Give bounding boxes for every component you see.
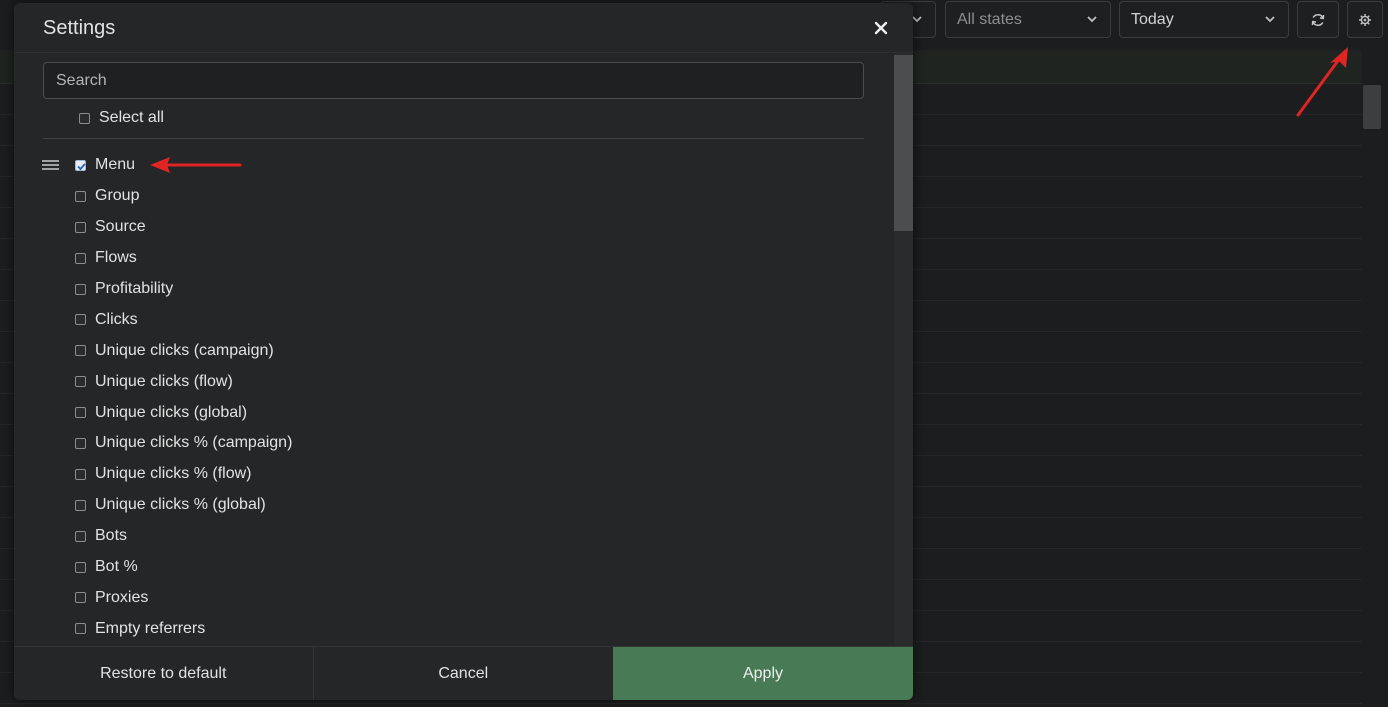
column-label: Unique clicks % (global) bbox=[95, 496, 266, 514]
refresh-button[interactable] bbox=[1297, 1, 1339, 38]
column-list: Menu Group Source Flows Profitability Clicks U… bbox=[14, 150, 894, 644]
modal-body: Select all Menu Group Source Flows Profitabi… bbox=[14, 54, 894, 646]
column-checkbox[interactable] bbox=[75, 190, 86, 202]
column-label: Menu bbox=[95, 156, 136, 174]
refresh-icon bbox=[1311, 13, 1325, 26]
page-scrollbar-thumb[interactable] bbox=[1363, 85, 1381, 129]
column-option[interactable]: Source bbox=[14, 212, 894, 243]
column-option[interactable]: Unique clicks (flow) bbox=[14, 366, 894, 397]
column-label: Profitability bbox=[95, 280, 174, 297]
modal-header: Settings bbox=[14, 3, 913, 53]
cancel-button[interactable]: Cancel bbox=[313, 647, 613, 700]
date-filter-select[interactable]: Today bbox=[1119, 1, 1289, 38]
select-all-checkbox[interactable] bbox=[79, 112, 90, 124]
column-checkbox[interactable] bbox=[75, 530, 86, 542]
column-label: Flows bbox=[95, 249, 137, 267]
settings-modal: Settings Select all Menu Group Source Flows… bbox=[14, 3, 913, 700]
state-filter-value: All states bbox=[957, 11, 1022, 28]
divider bbox=[43, 138, 864, 139]
apply-button[interactable]: Apply bbox=[613, 647, 913, 700]
column-checkbox[interactable] bbox=[75, 561, 86, 573]
column-option[interactable]: Clicks bbox=[14, 304, 894, 335]
column-checkbox[interactable] bbox=[75, 407, 86, 419]
column-option[interactable]: Unique clicks % (global) bbox=[14, 490, 894, 521]
column-checkbox[interactable] bbox=[75, 437, 86, 449]
chevron-down-icon bbox=[1087, 16, 1097, 23]
date-filter-value: Today bbox=[1131, 11, 1174, 28]
column-checkbox[interactable] bbox=[75, 376, 86, 388]
column-option[interactable]: Unique clicks % (campaign) bbox=[14, 428, 894, 459]
column-checkbox[interactable] bbox=[75, 499, 86, 511]
column-label: Clicks bbox=[95, 310, 138, 328]
column-option[interactable]: Flows bbox=[14, 243, 894, 274]
column-checkbox[interactable] bbox=[75, 314, 86, 326]
restore-default-button[interactable]: Restore to default bbox=[14, 647, 314, 700]
settings-button[interactable] bbox=[1347, 1, 1383, 38]
column-label: Empty referrers bbox=[95, 619, 206, 637]
state-filter-select[interactable]: All states bbox=[945, 1, 1111, 38]
select-all-option[interactable]: Select all bbox=[79, 107, 164, 129]
select-all-label: Select all bbox=[99, 109, 164, 126]
column-option[interactable]: Unique clicks % (flow) bbox=[14, 459, 894, 490]
column-option[interactable]: Bots bbox=[14, 521, 894, 552]
column-checkbox[interactable] bbox=[75, 345, 86, 357]
column-label: Group bbox=[95, 187, 140, 205]
column-checkbox[interactable] bbox=[75, 159, 86, 171]
column-label: Unique clicks (flow) bbox=[95, 372, 233, 390]
column-label: Source bbox=[95, 218, 146, 236]
drag-handle-icon[interactable] bbox=[42, 160, 59, 170]
gear-icon bbox=[1359, 13, 1371, 26]
modal-scrollbar-thumb[interactable] bbox=[894, 55, 913, 231]
column-checkbox[interactable] bbox=[75, 623, 86, 635]
modal-footer: Restore to default Cancel Apply bbox=[14, 646, 913, 700]
page-scrollbar[interactable] bbox=[1362, 84, 1382, 707]
column-option[interactable]: Proxies bbox=[14, 582, 894, 613]
modal-title: Settings bbox=[43, 17, 116, 39]
column-label: Unique clicks % (flow) bbox=[95, 465, 252, 483]
column-option[interactable]: Profitability bbox=[14, 274, 894, 305]
column-checkbox[interactable] bbox=[75, 592, 86, 604]
column-checkbox[interactable] bbox=[75, 468, 86, 480]
search-input[interactable] bbox=[43, 62, 864, 99]
column-label: Bots bbox=[95, 527, 128, 545]
column-label: Unique clicks (global) bbox=[95, 403, 248, 421]
column-label: Unique clicks % (campaign) bbox=[95, 434, 293, 452]
chevron-down-icon bbox=[1265, 16, 1275, 23]
column-option[interactable]: Menu bbox=[14, 150, 894, 181]
column-checkbox[interactable] bbox=[75, 252, 86, 264]
column-option[interactable]: Unique clicks (campaign) bbox=[14, 335, 894, 366]
column-option[interactable]: Unique clicks (global) bbox=[14, 397, 894, 428]
column-option[interactable]: Empty referrers bbox=[14, 613, 894, 644]
column-option[interactable]: Group bbox=[14, 181, 894, 212]
column-label: Unique clicks (campaign) bbox=[95, 341, 274, 359]
column-label: Proxies bbox=[95, 588, 149, 606]
close-icon[interactable] bbox=[873, 20, 889, 36]
column-option[interactable]: Bot % bbox=[14, 552, 894, 583]
column-label: Bot % bbox=[95, 558, 138, 576]
column-checkbox[interactable] bbox=[75, 221, 86, 233]
column-checkbox[interactable] bbox=[75, 283, 86, 295]
